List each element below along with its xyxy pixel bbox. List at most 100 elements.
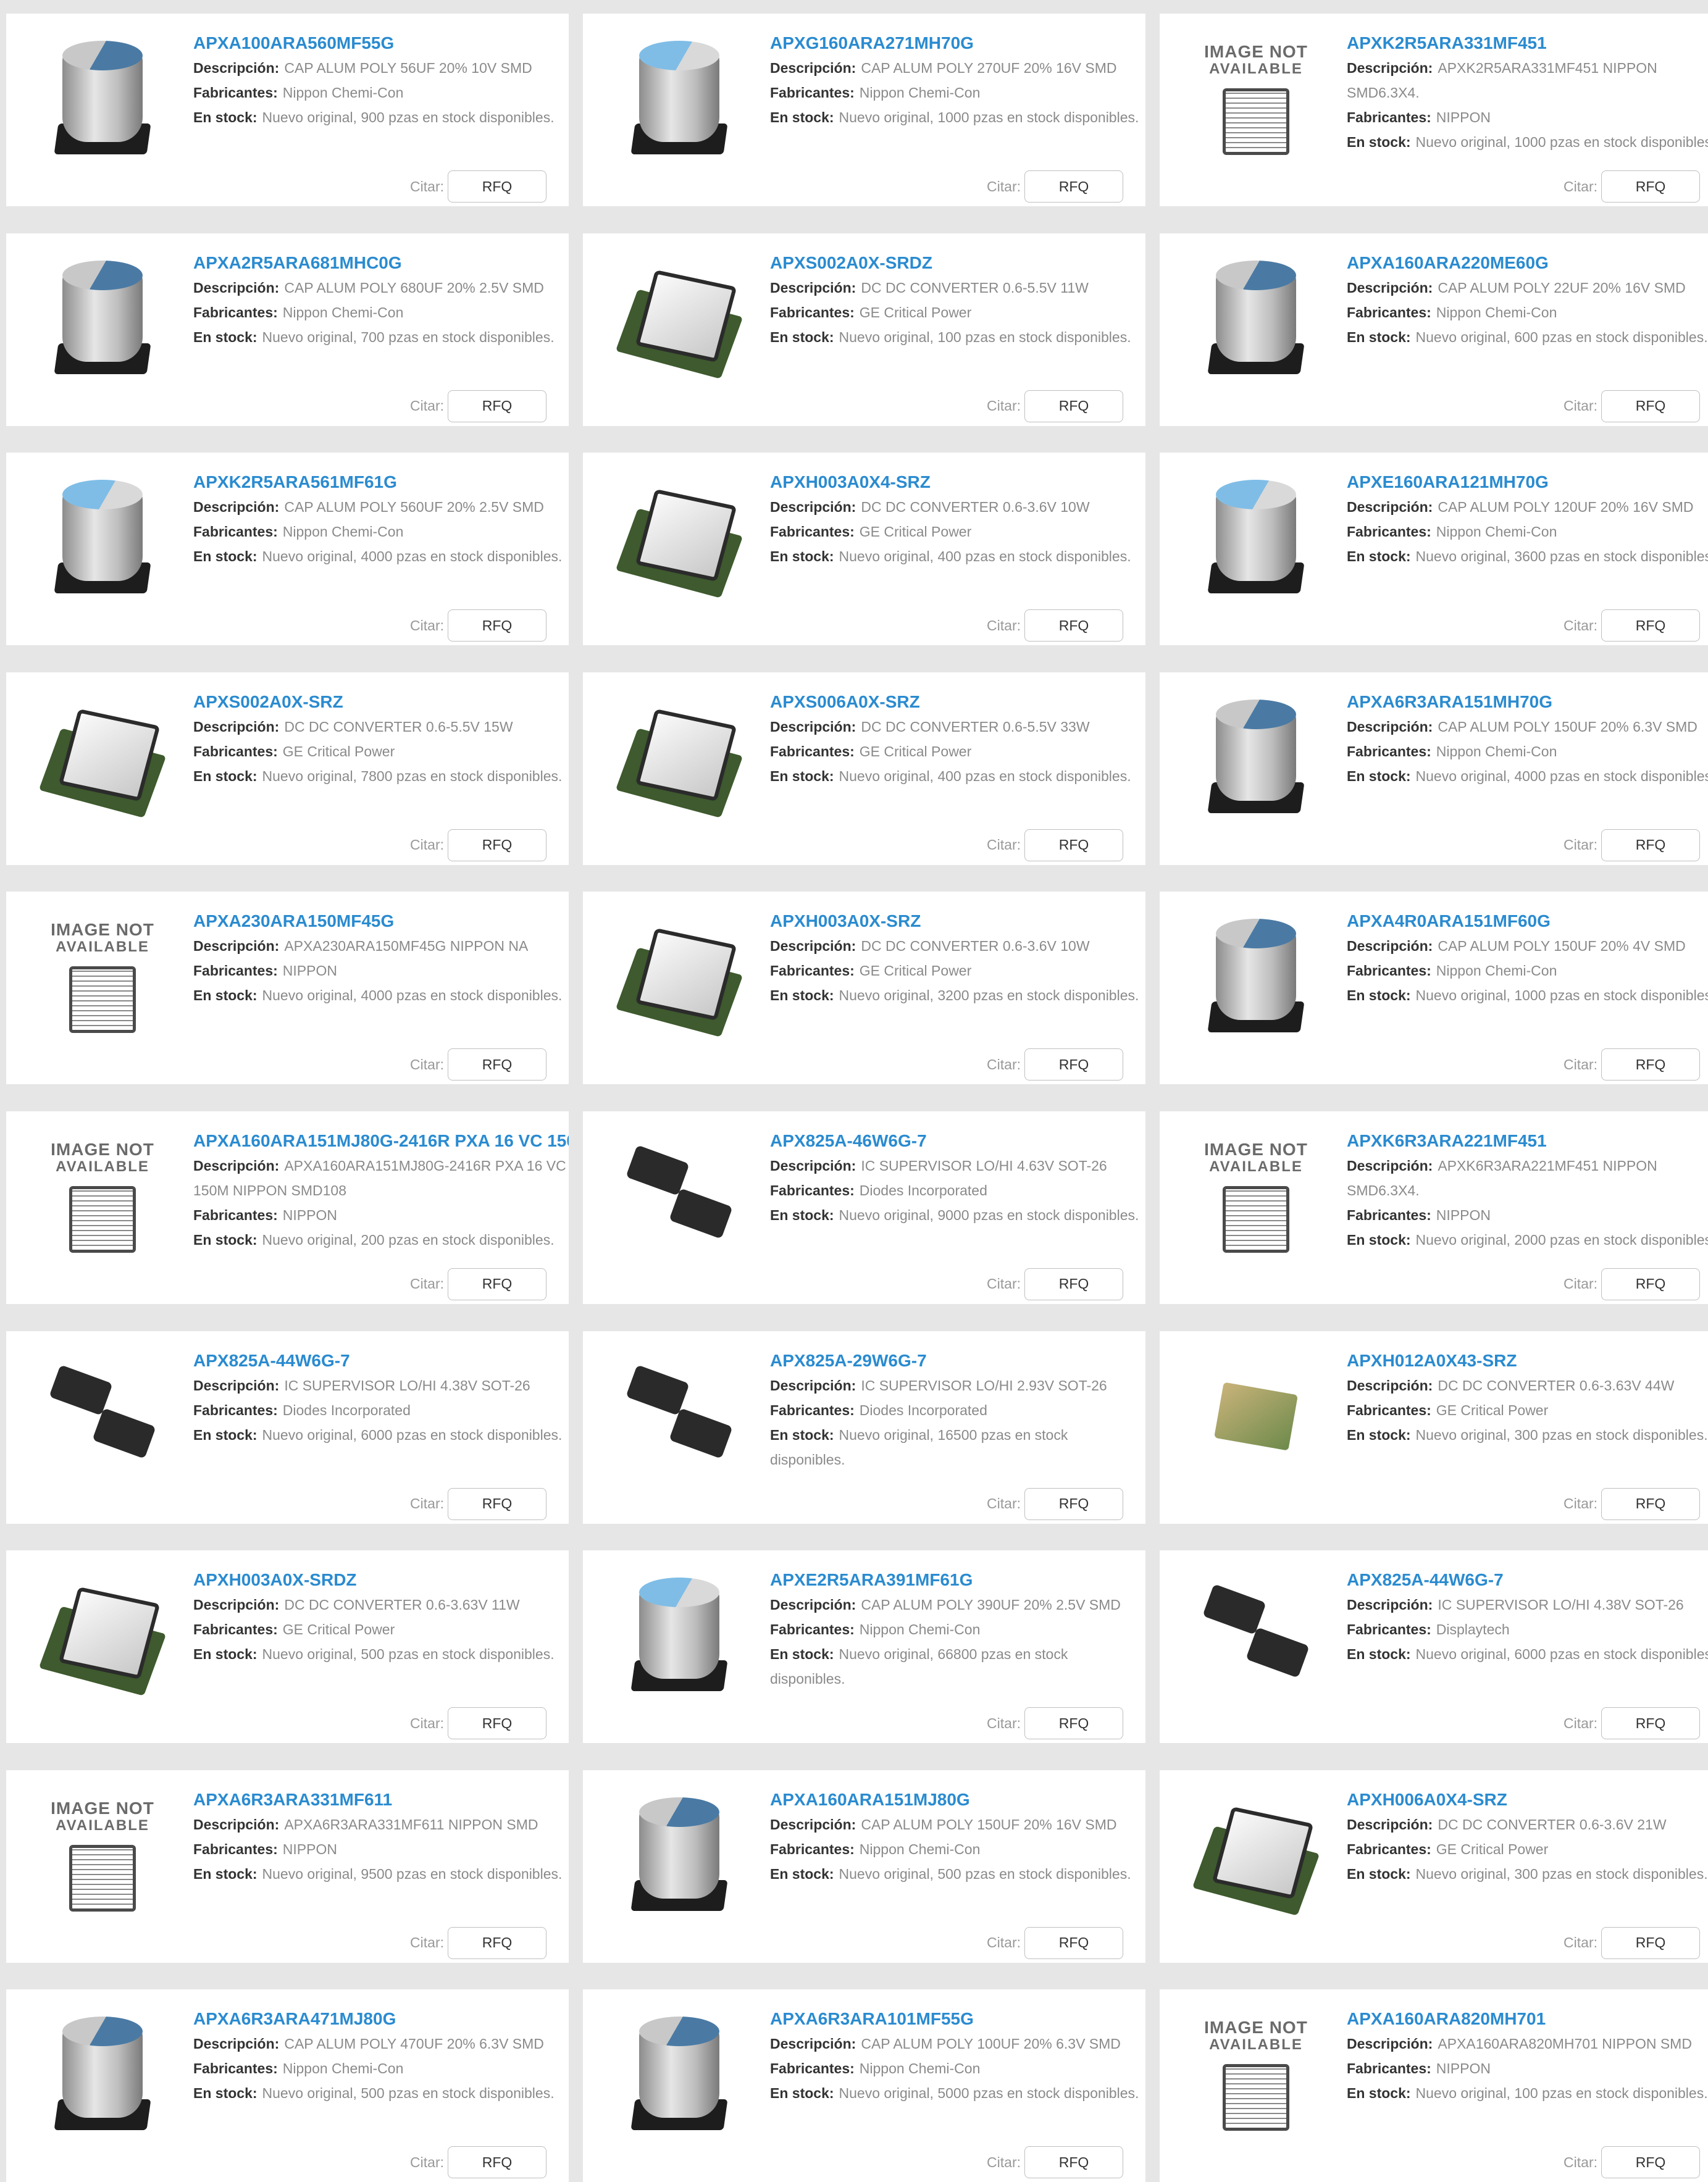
product-image[interactable] — [28, 25, 177, 173]
product-title-link[interactable]: APXA160ARA220ME60G — [1347, 251, 1708, 275]
rfq-button[interactable]: RFQ — [448, 390, 546, 422]
product-title-link[interactable]: APXH006A0X4-SRZ — [1347, 1787, 1708, 1812]
product-title-link[interactable]: APXA100ARA560MF55G — [193, 31, 569, 56]
rfq-button[interactable]: RFQ — [1024, 829, 1123, 861]
product-title-link[interactable]: APXE160ARA121MH70G — [1347, 470, 1708, 495]
product-title-link[interactable]: APXA160ARA151MJ80G — [770, 1787, 1145, 1812]
manufacturer-label: Fabricantes: — [193, 85, 278, 101]
rfq-button[interactable]: RFQ — [448, 1926, 546, 1959]
product-title-link[interactable]: APXS002A0X-SRZ — [193, 690, 569, 714]
product-title-link[interactable]: APXH003A0X4-SRZ — [770, 470, 1145, 495]
product-image[interactable] — [1182, 683, 1330, 832]
product-title-link[interactable]: APXK6R3ARA221MF451 — [1347, 1129, 1708, 1153]
product-image[interactable] — [1182, 1342, 1330, 1490]
product-title-link[interactable]: APXA230ARA150MF45G — [193, 909, 569, 934]
product-image[interactable]: IMAGE NOT AVAILABLE — [28, 903, 177, 1051]
product-title-link[interactable]: APXH003A0X-SRDZ — [193, 1568, 569, 1592]
description-value: IC SUPERVISOR LO/HI 4.63V SOT-26 — [861, 1157, 1107, 1174]
product-image[interactable] — [28, 2000, 177, 2149]
product-image[interactable] — [1182, 1561, 1330, 1710]
rfq-button[interactable]: RFQ — [448, 2146, 546, 2179]
product-title-link[interactable]: APXA6R3ARA331MF611 — [193, 1787, 569, 1812]
product-image[interactable] — [1182, 245, 1330, 393]
rfq-button[interactable]: RFQ — [1024, 1707, 1123, 1740]
product-image[interactable] — [605, 25, 753, 173]
rfq-button[interactable]: RFQ — [448, 1707, 546, 1740]
product-image[interactable] — [605, 464, 753, 612]
rfq-button[interactable]: RFQ — [1601, 1487, 1700, 1520]
product-title-link[interactable]: APXA6R3ARA471MJ80G — [193, 2007, 569, 2031]
product-image[interactable] — [28, 245, 177, 393]
image-not-available-icon: IMAGE NOT AVAILABLE — [1204, 2018, 1308, 2131]
rfq-button[interactable]: RFQ — [1024, 390, 1123, 422]
product-title-link[interactable]: APX825A-46W6G-7 — [770, 1129, 1145, 1153]
rfq-button[interactable]: RFQ — [1024, 1048, 1123, 1081]
rfq-button[interactable]: RFQ — [1601, 170, 1700, 203]
rfq-button[interactable]: RFQ — [1601, 1048, 1700, 1081]
product-title-link[interactable]: APX825A-29W6G-7 — [770, 1348, 1145, 1373]
rfq-button[interactable]: RFQ — [1601, 2146, 1700, 2179]
product-title-link[interactable]: APX825A-44W6G-7 — [1347, 1568, 1708, 1592]
rfq-button[interactable]: RFQ — [1024, 1268, 1123, 1300]
rfq-button[interactable]: RFQ — [1024, 1487, 1123, 1520]
rfq-button[interactable]: RFQ — [448, 170, 546, 203]
product-image[interactable] — [605, 1342, 753, 1490]
product-title-link[interactable]: APXS006A0X-SRZ — [770, 690, 1145, 714]
rfq-button[interactable]: RFQ — [1601, 1707, 1700, 1740]
rfq-button[interactable]: RFQ — [1601, 609, 1700, 642]
product-image[interactable] — [1182, 464, 1330, 612]
stock-row: En stock: Nuevo original, 400 pzas en sto… — [770, 764, 1145, 788]
product-image[interactable] — [605, 1122, 753, 1271]
product-title-link[interactable]: APXS002A0X-SRDZ — [770, 251, 1145, 275]
rfq-button[interactable]: RFQ — [448, 609, 546, 642]
product-title-link[interactable]: APXK2R5ARA561MF61G — [193, 470, 569, 495]
product-title-link[interactable]: APXA6R3ARA151MH70G — [1347, 690, 1708, 714]
product-image[interactable] — [28, 1342, 177, 1490]
rfq-button[interactable]: RFQ — [1601, 390, 1700, 422]
rfq-button[interactable]: RFQ — [448, 1487, 546, 1520]
product-image[interactable] — [1182, 1781, 1330, 1929]
stock-row: En stock: Nuevo original, 500 pzas en sto… — [193, 2081, 569, 2105]
rfq-button[interactable]: RFQ — [448, 829, 546, 861]
manufacturer-value: Diodes Incorporated — [859, 1182, 987, 1198]
product-image[interactable]: IMAGE NOT AVAILABLE — [1182, 2000, 1330, 2149]
product-card: APXS002A0X-SRZ Descripción: DC DC CONVERTE… — [6, 672, 569, 865]
product-image[interactable] — [605, 245, 753, 393]
product-title-link[interactable]: APXA160ARA820MH701 — [1347, 2007, 1708, 2031]
rfq-button[interactable]: RFQ — [1024, 609, 1123, 642]
product-title-link[interactable]: APXA6R3ARA101MF55G — [770, 2007, 1145, 2031]
manufacturer-label: Fabricantes: — [1347, 2060, 1431, 2077]
product-image[interactable]: IMAGE NOT AVAILABLE — [28, 1781, 177, 1929]
product-image[interactable]: IMAGE NOT AVAILABLE — [1182, 1122, 1330, 1271]
manufacturer-row: Fabricantes: Nippon Chemi-Con — [193, 2056, 569, 2081]
product-title-link[interactable]: APXE2R5ARA391MF61G — [770, 1568, 1145, 1592]
product-image[interactable] — [28, 1561, 177, 1710]
rfq-button[interactable]: RFQ — [1024, 2146, 1123, 2179]
product-image[interactable] — [28, 683, 177, 832]
rfq-button[interactable]: RFQ — [1024, 170, 1123, 203]
product-title-link[interactable]: APXH003A0X-SRZ — [770, 909, 1145, 934]
rfq-button[interactable]: RFQ — [1601, 1926, 1700, 1959]
product-title-link[interactable]: APX825A-44W6G-7 — [193, 1348, 569, 1373]
product-image[interactable] — [605, 1781, 753, 1929]
product-title-link[interactable]: APXA2R5ARA681MHC0G — [193, 251, 569, 275]
rfq-button[interactable]: RFQ — [448, 1048, 546, 1081]
product-image[interactable]: IMAGE NOT AVAILABLE — [1182, 25, 1330, 173]
product-image[interactable] — [28, 464, 177, 612]
product-image[interactable] — [605, 903, 753, 1051]
product-title-link[interactable]: APXA4R0ARA151MF60G — [1347, 909, 1708, 934]
product-title-link[interactable]: APXG160ARA271MH70G — [770, 31, 1145, 56]
product-image[interactable] — [1182, 903, 1330, 1051]
rfq-button[interactable]: RFQ — [1601, 1268, 1700, 1300]
product-image[interactable] — [605, 683, 753, 832]
product-title-link[interactable]: APXA160ARA151MJ80G-2416R PXA 16 VC 150M — [193, 1129, 569, 1153]
product-image[interactable]: IMAGE NOT AVAILABLE — [28, 1122, 177, 1271]
rfq-button[interactable]: RFQ — [1024, 1926, 1123, 1959]
product-title-link[interactable]: APXH012A0X43-SRZ — [1347, 1348, 1708, 1373]
rfq-button[interactable]: RFQ — [448, 1268, 546, 1300]
product-image[interactable] — [605, 2000, 753, 2149]
description-label: Descripción: — [193, 1377, 280, 1394]
rfq-button[interactable]: RFQ — [1601, 829, 1700, 861]
product-title-link[interactable]: APXK2R5ARA331MF451 — [1347, 31, 1708, 56]
product-image[interactable] — [605, 1561, 753, 1710]
